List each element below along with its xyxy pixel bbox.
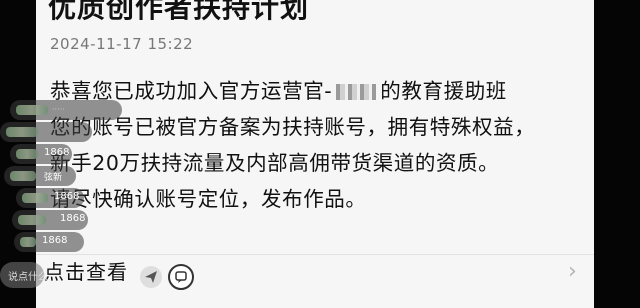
blurred-username <box>6 127 38 137</box>
message-card: 优质创作者扶持计划 2024-11-17 15:22 恭喜您已成功加入官方运营官… <box>36 0 594 308</box>
blurred-username <box>20 237 36 247</box>
comment-count: 1868 <box>42 235 68 246</box>
comment-count: 1868 <box>54 191 80 202</box>
overlay-comment: ····· <box>10 100 122 120</box>
body-line-1-end: 的教育援助班 <box>380 79 507 103</box>
body-line-4: 请尽快确认账号定位，发布作品。 <box>50 187 367 211</box>
blurred-username <box>10 171 36 181</box>
overlay-comment: 1868 <box>14 232 84 252</box>
overlay-comment: 1868 <box>12 210 88 230</box>
overlay-comment: 1868 <box>16 188 84 208</box>
view-details-link[interactable]: 点击查看 <box>44 256 128 285</box>
comment-input[interactable]: 说点什么 <box>0 262 48 288</box>
overlay-comment: 弦新 <box>4 166 76 186</box>
comment-placeholder: 说点什么 <box>8 272 48 283</box>
send-icon <box>145 271 157 283</box>
blurred-username <box>16 105 48 115</box>
body-line-1: 恭喜您已成功加入官方运营官- 的教育援助班 <box>50 73 590 109</box>
card-title: 优质创作者扶持计划 <box>48 0 310 24</box>
right-dark-margin <box>594 0 640 308</box>
message-body: 恭喜您已成功加入官方运营官- 的教育援助班 您的账号已被官方备案为扶持账号，拥有特… <box>50 73 590 217</box>
footer-divider <box>36 254 594 255</box>
blurred-text: ····· <box>52 105 65 114</box>
blurred-username <box>18 215 46 225</box>
chat-button[interactable] <box>168 264 194 290</box>
body-line-3: 新手20万扶持流量及内部高佣带货渠道的资质。 <box>50 151 500 175</box>
post-timestamp: 2024-11-17 15:22 <box>50 35 194 53</box>
redacted-name <box>336 84 377 100</box>
chevron-right-icon[interactable]: › <box>568 259 577 284</box>
overlay-comment: 1868 <box>10 144 72 164</box>
comment-count: 1868 <box>60 213 86 224</box>
overlay-comment <box>0 122 92 142</box>
comment-count: 1868 <box>44 147 70 158</box>
blurred-username <box>22 193 48 203</box>
body-line-2: 您的账号已被官方备案为扶持账号，拥有特殊权益， <box>50 115 536 139</box>
send-button[interactable] <box>140 266 162 288</box>
chat-icon <box>175 271 187 283</box>
blurred-username <box>16 149 38 159</box>
comment-tag: 弦新 <box>44 173 63 183</box>
